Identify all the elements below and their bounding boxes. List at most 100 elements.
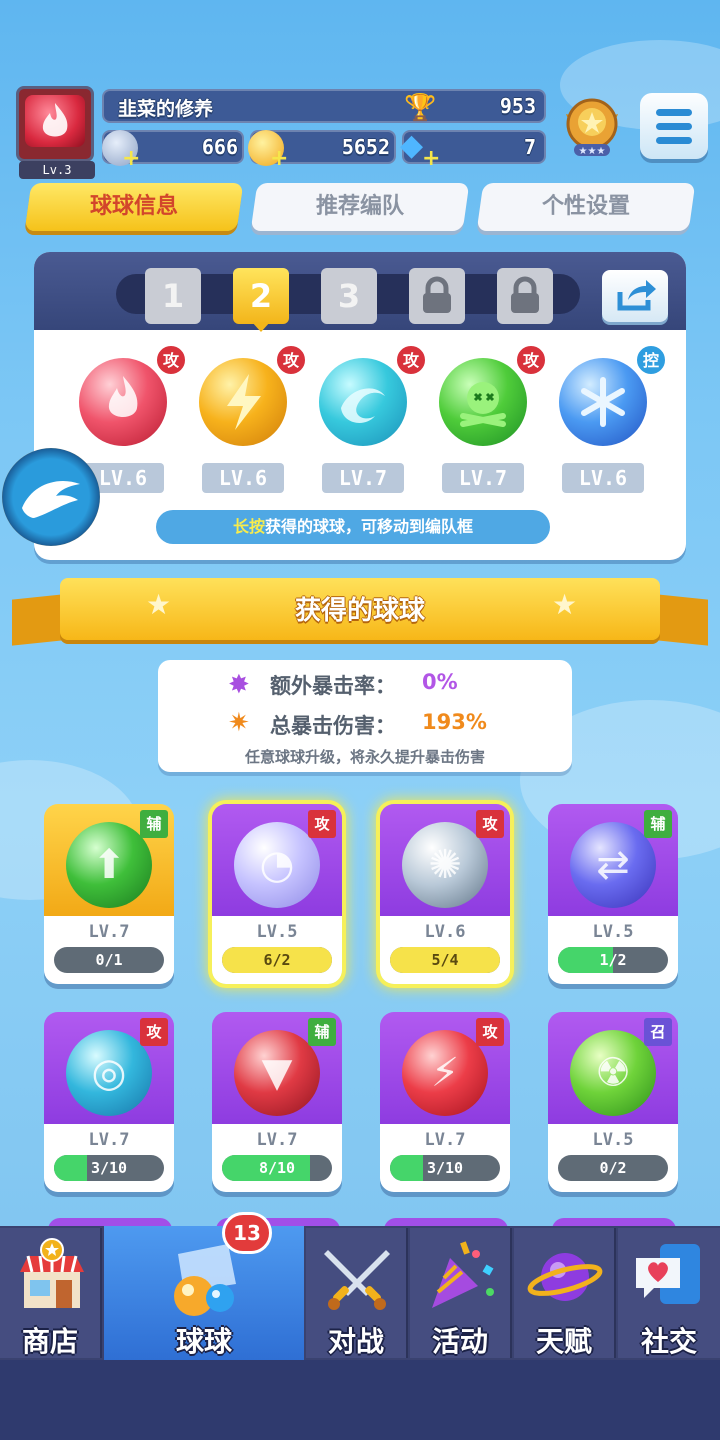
crit-damage-label: 总暴击伤害：: [270, 714, 396, 738]
ball-level: LV.5: [256, 922, 298, 942]
crit-rate-icon: ✸: [228, 670, 250, 700]
ice-orb-icon: [581, 377, 625, 427]
obtained-balls-banner: ★ ★ 获得的球球: [60, 578, 660, 640]
ball-card[interactable]: ▼ 辅 LV.7 8/10: [212, 1012, 342, 1192]
shark-icon: [22, 481, 80, 518]
gems-bar[interactable]: ◆ + 7: [400, 128, 546, 171]
ball-card[interactable]: ◎ 攻 LV.7 3/10: [44, 1012, 174, 1192]
lightning-orb-icon: [227, 374, 261, 430]
ball-progress-bar: 3/10: [54, 1155, 164, 1181]
banner-title: 获得的球球: [294, 596, 425, 626]
team-slot-locked-1[interactable]: [409, 268, 465, 324]
player-avatar[interactable]: Lv.3: [16, 86, 95, 179]
tab-recommended-team[interactable]: 推荐编队: [250, 183, 470, 231]
team-slot-3[interactable]: 3: [321, 268, 377, 324]
crit-note: 任意球球升级，将永久提升暴击伤害: [244, 748, 485, 766]
planet-icon: [527, 1253, 603, 1301]
nav-label: 天赋: [535, 1325, 592, 1358]
nav-label: 活动: [431, 1325, 488, 1358]
swords-icon: [324, 1250, 390, 1310]
ball-progress-text: 0/2: [599, 1159, 627, 1177]
nav-shop[interactable]: 商店: [0, 1228, 102, 1358]
party-popper-icon: [432, 1241, 494, 1308]
ball-level: LV.6: [424, 922, 466, 942]
team-orb-ice[interactable]: [559, 358, 647, 446]
ball-progress-text: 3/10: [426, 1159, 464, 1177]
diamond-icon: ◆: [400, 128, 424, 163]
ball-type-tag: 辅: [140, 810, 168, 838]
share-button[interactable]: [602, 270, 668, 322]
ball-progress-text: 8/10: [258, 1159, 296, 1177]
currency-a-count: 666: [201, 135, 238, 159]
ball-progress-text: 3/10: [90, 1159, 128, 1177]
ball-card[interactable]: ☢ 召 LV.5 0/2: [548, 1012, 678, 1192]
long-press-hint: 长按获得的球球，可移动到编队框: [156, 510, 550, 544]
nav-talent[interactable]: 天赋: [514, 1228, 616, 1358]
shark-float-button[interactable]: [2, 448, 100, 546]
team-slot-1[interactable]: 1: [145, 268, 201, 324]
ball-progress-bar: 1/2: [558, 947, 668, 973]
ball-progress-text: 5/4: [431, 951, 459, 969]
ball-type-tag: 辅: [644, 810, 672, 838]
crit-damage-value: 193%: [422, 710, 487, 734]
nav-battle[interactable]: 对战: [306, 1228, 408, 1358]
player-name: 韭菜的修养: [118, 98, 214, 120]
ball-card[interactable]: ◔ 攻 LV.5 6/2: [212, 804, 342, 984]
ball-progress-text: 6/2: [263, 951, 291, 969]
ball-level: LV.7: [424, 1130, 466, 1150]
team-orb-level: LV.6: [562, 463, 644, 493]
chat-heart-icon: [636, 1244, 700, 1304]
coins-count: 5652: [341, 135, 390, 159]
team-orb-wind[interactable]: [319, 358, 407, 446]
menu-button[interactable]: [640, 93, 708, 159]
team-orb-level: LV.7: [442, 463, 524, 493]
team-orb-lightning[interactable]: [199, 358, 287, 446]
ball-level: LV.7: [256, 1130, 298, 1150]
team-orb-level: LV.7: [322, 463, 404, 493]
team-slot-2[interactable]: 2: [233, 268, 289, 324]
team-orb-fire[interactable]: [79, 358, 167, 446]
ball-type-tag: 召: [644, 1018, 672, 1046]
crit-rate-label: 额外暴击率：: [270, 674, 396, 698]
coins-bar[interactable]: + 5652: [248, 130, 396, 171]
ball-type-tag: 攻: [308, 810, 336, 838]
tab-personal-settings[interactable]: 个性设置: [476, 183, 696, 231]
nav-events[interactable]: 活动: [410, 1228, 512, 1358]
ball-level: LV.5: [592, 1130, 634, 1150]
nav-balls[interactable]: 球球: [104, 1226, 304, 1360]
ball-card[interactable]: ⬆ 辅 LV.7 0/1: [44, 804, 174, 984]
crit-rate-value: 0%: [422, 670, 458, 694]
fire-orb-icon: [108, 376, 138, 417]
team-orb-tag: 控: [635, 344, 667, 376]
shop-icon: [20, 1238, 84, 1308]
rank-badge-icon[interactable]: ★★★: [560, 94, 624, 160]
ball-card[interactable]: ⇄ 辅 LV.5 1/2: [548, 804, 678, 984]
nav-social[interactable]: 社交: [618, 1228, 720, 1358]
ball-progress-text: 0/1: [95, 951, 123, 969]
poison-orb-icon: [460, 382, 506, 427]
nav-label: 社交: [640, 1325, 697, 1358]
plus-icon: +: [122, 146, 141, 171]
ball-progress-bar: 6/2: [222, 947, 332, 973]
team-slot-locked-2[interactable]: [497, 268, 553, 324]
wind-orb-icon: [341, 388, 385, 423]
currency-a-bar[interactable]: + 666: [102, 130, 244, 171]
player-level: Lv.3: [19, 161, 95, 179]
plus-icon: +: [422, 146, 441, 171]
lock-icon: [511, 276, 539, 313]
ball-card[interactable]: ⚡ 攻 LV.7 3/10: [380, 1012, 510, 1192]
svg-text:★★★: ★★★: [579, 146, 606, 157]
team-orb-poison[interactable]: [439, 358, 527, 446]
ball-card[interactable]: ✺ 攻 LV.6 5/4: [380, 804, 510, 984]
gems-count: 7: [523, 135, 536, 159]
team-orb-tag: 攻: [155, 344, 187, 376]
team-orb-tag: 攻: [275, 344, 307, 376]
ball-progress-bar: 8/10: [222, 1155, 332, 1181]
ball-type-tag: 攻: [476, 1018, 504, 1046]
player-name-bar: 韭菜的修养 🏆 953: [102, 89, 546, 123]
plus-icon: +: [270, 146, 289, 171]
ball-type-tag: 辅: [308, 1018, 336, 1046]
ball-progress-bar: 0/1: [54, 947, 164, 973]
notification-badge: 13: [222, 1212, 272, 1254]
tab-ball-info[interactable]: 球球信息: [24, 183, 244, 231]
